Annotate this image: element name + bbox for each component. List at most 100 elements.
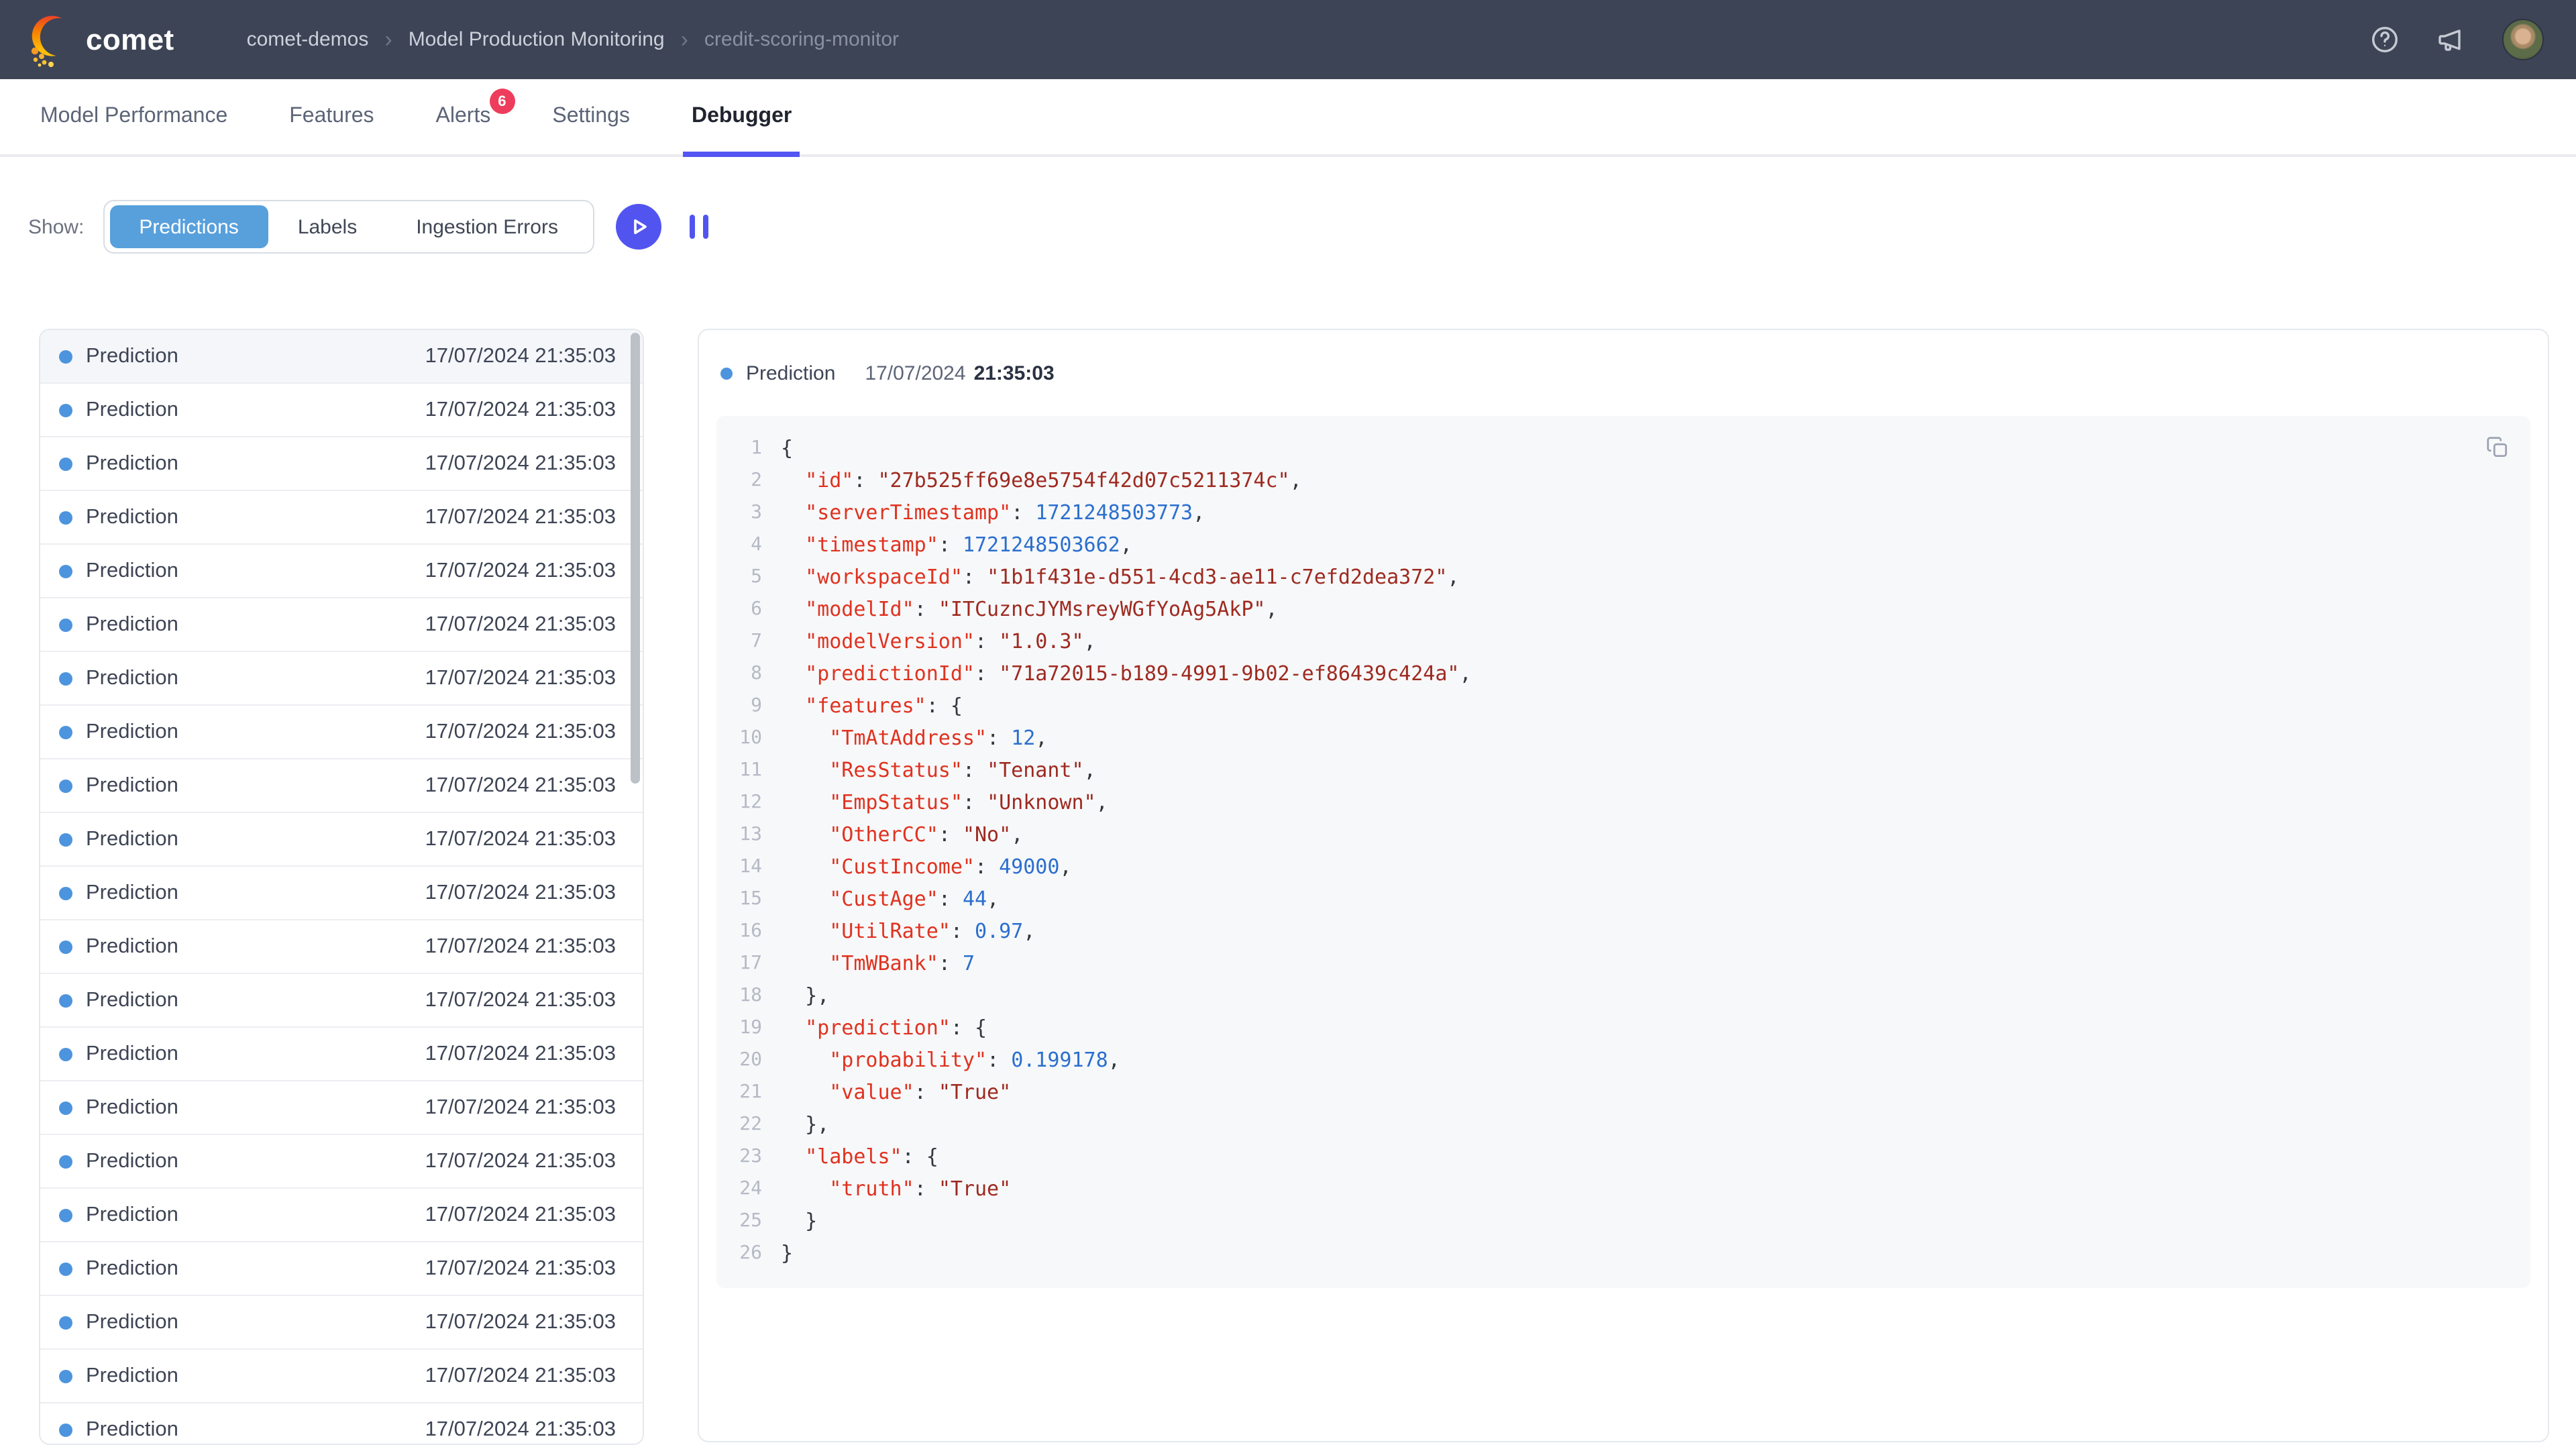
comet-logo-icon [27,13,72,66]
show-option-predictions[interactable]: Predictions [109,205,268,248]
line-number: 17 [716,947,781,979]
tab-debugger[interactable]: Debugger [684,79,800,154]
prediction-list-item[interactable]: Prediction 17/07/2024 21:35:03 [40,545,643,598]
list-scrollbar[interactable] [631,333,640,784]
code-text: "labels": { [781,1140,938,1173]
prediction-list-item[interactable]: Prediction 17/07/2024 21:35:03 [40,1135,643,1189]
prediction-list-item[interactable]: Prediction 17/07/2024 21:35:03 [40,706,643,759]
prediction-dot-icon [59,940,72,953]
prediction-label: Prediction [86,344,178,368]
prediction-list-item[interactable]: Prediction 17/07/2024 21:35:03 [40,1028,643,1081]
prediction-label: Prediction [86,1310,178,1334]
prediction-list-item[interactable]: Prediction 17/07/2024 21:35:03 [40,1189,643,1242]
code-line: 7 "modelVersion": "1.0.3", [716,625,2530,657]
prediction-list-item[interactable]: Prediction 17/07/2024 21:35:03 [40,920,643,974]
tab-label: Debugger [692,105,792,129]
detail-header: Prediction 17/07/202421:35:03 [699,330,2548,416]
prediction-timestamp: 17/07/2024 21:35:03 [425,1256,616,1281]
show-option-ingestion-errors[interactable]: Ingestion Errors [386,205,588,248]
tab-label: Alerts [436,105,491,129]
pause-button[interactable] [684,209,714,244]
prediction-list-item[interactable]: Prediction 17/07/2024 21:35:03 [40,1242,643,1296]
prediction-label: Prediction [86,1149,178,1173]
code-line: 13 "OtherCC": "No", [716,818,2530,851]
prediction-list-item[interactable]: Prediction 17/07/2024 21:35:03 [40,1403,643,1445]
code-line: 23 "labels": { [716,1140,2530,1173]
code-line: 4 "timestamp": 1721248503662, [716,529,2530,561]
prediction-list-item[interactable]: Prediction 17/07/2024 21:35:03 [40,491,643,545]
code-text: "CustIncome": 49000, [781,851,1072,883]
prediction-list: Prediction 17/07/2024 21:35:03 Predictio… [39,329,644,1445]
prediction-label: Prediction [86,773,178,798]
show-toolbar: Show: Predictions Labels Ingestion Error… [28,200,2576,254]
prediction-list-item[interactable]: Prediction 17/07/2024 21:35:03 [40,598,643,652]
tab-features[interactable]: Features [281,79,382,154]
code-text: "prediction": { [781,1012,987,1044]
prediction-timestamp: 17/07/2024 21:35:03 [425,1149,616,1173]
code-text: "OtherCC": "No", [781,818,1023,851]
detail-timestamp: 17/07/202421:35:03 [865,362,1054,384]
prediction-dot-icon [59,350,72,363]
prediction-list-item[interactable]: Prediction 17/07/2024 21:35:03 [40,813,643,867]
line-number: 3 [716,496,781,529]
breadcrumb: comet-demos › Model Production Monitorin… [247,28,899,51]
show-option-labels[interactable]: Labels [268,205,386,248]
prediction-list-item[interactable]: Prediction 17/07/2024 21:35:03 [40,1350,643,1403]
help-icon[interactable] [2368,23,2400,56]
code-line: 22 }, [716,1108,2530,1140]
prediction-dot-icon [720,367,733,379]
prediction-label: Prediction [86,559,178,583]
code-text: "TmWBank": 7 [781,947,975,979]
prediction-list-item[interactable]: Prediction 17/07/2024 21:35:03 [40,974,643,1028]
code-text: "EmpStatus": "Unknown", [781,786,1108,818]
line-number: 24 [716,1173,781,1205]
breadcrumb-workspace[interactable]: comet-demos [247,28,369,51]
prediction-dot-icon [59,1208,72,1222]
breadcrumb-project[interactable]: Model Production Monitoring [409,28,665,51]
line-number: 9 [716,690,781,722]
detail-type-label: Prediction [746,362,835,384]
prediction-list-item[interactable]: Prediction 17/07/2024 21:35:03 [40,652,643,706]
play-button[interactable] [616,204,661,250]
prediction-label: Prediction [86,612,178,637]
code-line: 8 "predictionId": "71a72015-b189-4991-9b… [716,657,2530,690]
prediction-list-item[interactable]: Prediction 17/07/2024 21:35:03 [40,1081,643,1135]
user-avatar[interactable] [2502,19,2544,60]
prediction-dot-icon [59,833,72,846]
code-text: "ResStatus": "Tenant", [781,754,1096,786]
line-number: 8 [716,657,781,690]
prediction-list-item[interactable]: Prediction 17/07/2024 21:35:03 [40,384,643,437]
json-code-viewer: 1{2 "id": "27b525ff69e8e5754f42d07c52113… [716,416,2530,1288]
tab-alerts[interactable]: Alerts 6 [428,79,499,154]
code-line: 14 "CustIncome": 49000, [716,851,2530,883]
prediction-list-item[interactable]: Prediction 17/07/2024 21:35:03 [40,1296,643,1350]
prediction-list-item[interactable]: Prediction 17/07/2024 21:35:03 [40,867,643,920]
code-line: 11 "ResStatus": "Tenant", [716,754,2530,786]
code-text: "CustAge": 44, [781,883,999,915]
prediction-list-item[interactable]: Prediction 17/07/2024 21:35:03 [40,759,643,813]
prediction-label: Prediction [86,451,178,476]
prediction-dot-icon [59,886,72,900]
prediction-label: Prediction [86,1095,178,1120]
code-text: "id": "27b525ff69e8e5754f42d07c5211374c"… [781,464,1302,496]
code-text: { [781,432,793,464]
prediction-label: Prediction [86,1042,178,1066]
prediction-list-item[interactable]: Prediction 17/07/2024 21:35:03 [40,330,643,384]
prediction-label: Prediction [86,988,178,1012]
code-text: "TmAtAddress": 12, [781,722,1047,754]
prediction-dot-icon [59,994,72,1007]
code-text: "UtilRate": 0.97, [781,915,1035,947]
tab-settings[interactable]: Settings [544,79,638,154]
megaphone-icon[interactable] [2435,23,2467,56]
line-number: 25 [716,1205,781,1237]
comet-logo[interactable]: comet [27,13,174,66]
prediction-list-item[interactable]: Prediction 17/07/2024 21:35:03 [40,437,643,491]
tab-model-performance[interactable]: Model Performance [32,79,235,154]
code-line: 12 "EmpStatus": "Unknown", [716,786,2530,818]
copy-icon[interactable] [2482,432,2512,462]
line-number: 15 [716,883,781,915]
line-number: 10 [716,722,781,754]
prediction-label: Prediction [86,720,178,744]
prediction-timestamp: 17/07/2024 21:35:03 [425,827,616,851]
code-line: 25 } [716,1205,2530,1237]
